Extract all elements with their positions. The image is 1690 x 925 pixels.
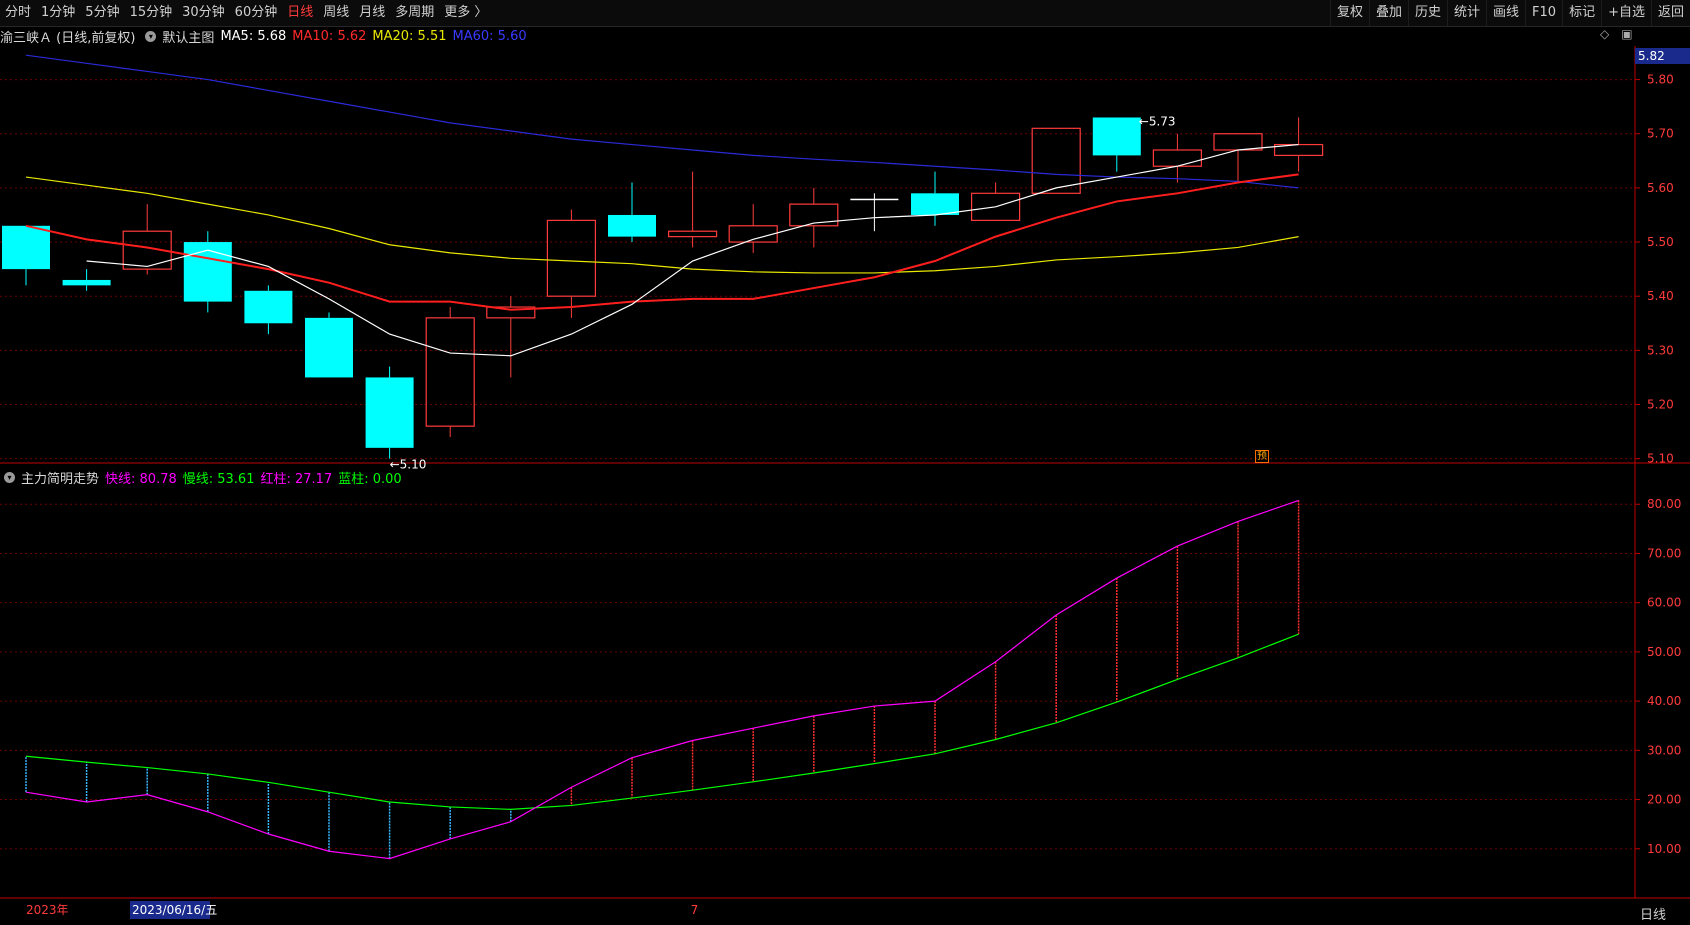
main-tick-label-1: 5.70 <box>1647 127 1674 141</box>
ind-tick-label-7: 10.00 <box>1647 842 1681 856</box>
candle-body-9 <box>546 219 597 297</box>
main-tick-label-4: 5.40 <box>1647 289 1674 303</box>
candle-body-20 <box>1213 133 1263 151</box>
candle-body-1 <box>62 279 111 286</box>
current-price-tag: 5.82 <box>1635 48 1690 64</box>
candle-body-10 <box>608 214 656 237</box>
ind-tick-label-0: 80.00 <box>1647 497 1681 511</box>
ind-tick-label-3: 50.00 <box>1647 645 1681 659</box>
kline-chart[interactable]: 5.80 5.70 5.60 5.50 5.40 5.30 5.20 5.10 80.00 70.… <box>0 0 1690 925</box>
candle-body-0 <box>2 225 50 270</box>
x-axis-label-1: 2023/06/16/五 <box>132 903 217 917</box>
x-axis-label-0: 2023年 <box>26 903 69 917</box>
ind-tick-label-6: 20.00 <box>1647 793 1681 807</box>
slow-line <box>25 633 1299 811</box>
main-tick-label-5: 5.30 <box>1647 343 1674 357</box>
main-tick-label-0: 5.80 <box>1647 73 1674 87</box>
ind-tick-label-2: 60.00 <box>1647 596 1681 610</box>
candle-body-11 <box>667 230 718 238</box>
period-label: 日线 <box>1640 908 1667 923</box>
candle-body-18 <box>1092 117 1141 156</box>
candle-body-15 <box>911 193 959 215</box>
ind-tick-label-4: 40.00 <box>1647 694 1681 708</box>
price-annotation-0: ←5.73 <box>1139 114 1176 128</box>
main-tick-label-7: 5.10 <box>1647 452 1674 466</box>
candle-body-4 <box>244 290 293 324</box>
candle-body-6 <box>365 377 414 448</box>
ind-tick-label-5: 30.00 <box>1647 743 1681 757</box>
candle-body-3 <box>183 242 232 302</box>
candle-body-14 <box>850 198 899 201</box>
fast-line <box>25 499 1299 860</box>
candle-body-19 <box>1152 149 1203 167</box>
ind-tick-label-1: 70.00 <box>1647 546 1681 560</box>
forecast-badge[interactable]: 预 <box>1255 450 1269 463</box>
candle-body-17 <box>1031 127 1081 194</box>
price-annotation-1: ←5.10 <box>390 458 427 472</box>
main-tick-label-2: 5.60 <box>1647 181 1674 195</box>
candle-body-7 <box>425 317 475 427</box>
candle-body-5 <box>305 317 353 378</box>
x-axis-label-2: 7 <box>691 903 699 917</box>
main-tick-label-6: 5.20 <box>1647 398 1674 412</box>
main-tick-label-3: 5.50 <box>1647 235 1674 249</box>
